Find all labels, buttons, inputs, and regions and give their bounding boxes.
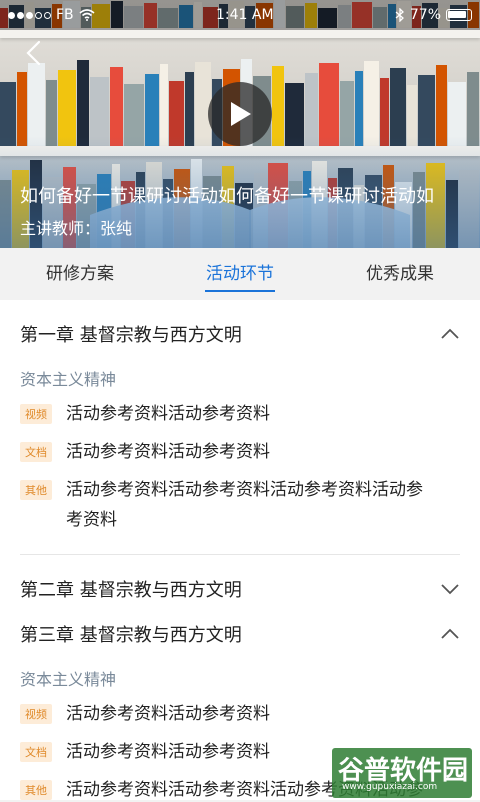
divider — [20, 554, 460, 555]
play-icon — [231, 102, 251, 126]
section-label: 资本主义精神 — [20, 370, 117, 389]
chapter-header[interactable]: 第三章 基督宗教与西方文明 — [20, 619, 460, 649]
item-title: 活动参考资料活动参考资料 — [66, 442, 270, 462]
chapter-title: 第二章 基督宗教与西方文明 — [20, 580, 242, 601]
list-item[interactable]: 视频 活动参考资料活动参考资料 — [20, 699, 460, 729]
chapter-title: 第三章 基督宗教与西方文明 — [20, 625, 242, 646]
list-item[interactable]: 文档 活动参考资料活动参考资料 — [20, 437, 460, 467]
chapter-list: 第一章 基督宗教与西方文明 资本主义精神 视频 活动参考资料活动参考资料 文档 … — [0, 300, 480, 800]
chapter-header[interactable]: 第二章 基督宗教与西方文明 — [20, 574, 460, 604]
watermark-url: www.gupuxiazai.com — [342, 782, 438, 792]
type-badge: 文档 — [20, 442, 52, 462]
item-title: 活动参考资料活动参考资料 — [66, 404, 270, 424]
type-badge: 视频 — [20, 404, 52, 424]
chevron-down-icon[interactable] — [440, 582, 460, 596]
tab-activities[interactable]: 活动环节 — [160, 248, 320, 300]
battery-percent: 77% — [409, 7, 441, 23]
clock: 1:41 AM — [216, 7, 274, 23]
type-badge: 文档 — [20, 742, 52, 762]
type-badge: 其他 — [20, 780, 52, 800]
list-item[interactable]: 视频 活动参考资料活动参考资料 — [20, 399, 460, 429]
signal-icon — [8, 11, 51, 19]
item-title: 活动参考资料活动参考资料 — [66, 704, 270, 724]
status-bar: FB 1:41 AM 77% — [0, 0, 480, 30]
list-item[interactable]: 其他 活动参考资料活动参考资料活动参考资料活动参考资料 — [20, 475, 460, 535]
play-button[interactable] — [208, 82, 272, 146]
item-title: 活动参考资料活动参考资料 — [66, 742, 270, 762]
teacher-label: 主讲教师：张纯 — [20, 219, 133, 238]
battery-icon — [446, 9, 472, 21]
course-title: 如何备好一节课研讨活动如何备好一节课研讨活动如 — [20, 186, 434, 207]
tab-plan[interactable]: 研修方案 — [0, 248, 160, 300]
type-badge: 视频 — [20, 704, 52, 724]
status-right: 77% — [395, 7, 472, 23]
chapter-header[interactable]: 第一章 基督宗教与西方文明 — [20, 319, 460, 349]
wifi-icon — [79, 9, 95, 21]
type-badge: 其他 — [20, 480, 52, 500]
section-label: 资本主义精神 — [20, 670, 117, 689]
back-arrow-icon[interactable] — [22, 40, 48, 66]
item-title: 活动参考资料活动参考资料活动参考资料活动参考资料 — [66, 480, 423, 530]
chevron-up-icon[interactable] — [440, 327, 460, 341]
chevron-up-icon[interactable] — [440, 627, 460, 641]
bluetooth-icon — [395, 8, 404, 22]
tab-bar: 研修方案 活动环节 优秀成果 — [0, 248, 480, 300]
watermark-logo: 谷普软件园 www.gupuxiazai.com — [332, 748, 472, 798]
chapter-title: 第一章 基督宗教与西方文明 — [20, 325, 242, 346]
status-left: FB — [8, 7, 95, 23]
tab-results[interactable]: 优秀成果 — [320, 248, 480, 300]
carrier-label: FB — [56, 7, 74, 23]
